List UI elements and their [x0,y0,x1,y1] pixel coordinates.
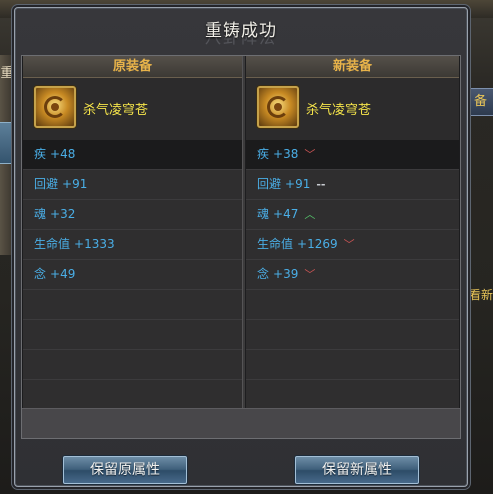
stat-value: +49 [50,267,76,281]
keep-new-button[interactable]: 保留新属性 [295,456,419,484]
new-item-name: 杀气凌穹苍 [306,103,372,118]
stat-value: +38 [273,147,299,161]
new-item-row: 杀气凌穹苍 [246,78,459,140]
stat-row: 念 +49 [23,260,242,290]
stat-name: 回避 [34,177,59,191]
arrow-down-icon: ﹀ [343,238,355,251]
stat-row: 魂 +32 [23,200,242,230]
gold-emblem-icon[interactable] [34,86,76,128]
empty-stat-row [23,380,242,410]
original-equipment-header: 原装备 [23,56,242,78]
stat-name: 疾 [34,147,47,161]
stat-name: 生命值 [257,237,294,251]
stat-row: 回避 +91 -- [246,170,459,200]
stat-value: +48 [50,147,76,161]
arrow-down-icon: ﹀ [304,268,316,281]
arrow-down-icon: ﹀ [304,148,316,161]
stat-name: 念 [34,267,47,281]
empty-stat-row [246,350,459,380]
dialog-title-bar: 八卦阵法 重铸成功 [15,8,467,52]
gold-emblem-icon[interactable] [257,86,299,128]
comparison-footer [22,408,460,438]
stat-name: 念 [257,267,270,281]
stat-value: +1269 [297,237,338,251]
stat-value: +1333 [74,237,115,251]
empty-stat-row [23,320,242,350]
arrow-up-icon: ︿ [304,208,316,221]
stat-name: 疾 [257,147,270,161]
original-item-name: 杀气凌穹苍 [83,103,149,118]
stat-name: 魂 [34,207,47,221]
stat-row: 生命值 +1333 [23,230,242,260]
stat-name: 回避 [257,177,282,191]
unchanged-icon: -- [316,178,326,191]
stat-row: 疾 +38 ﹀ [246,140,459,170]
stat-value: +91 [285,177,311,191]
original-equipment-column: 原装备 杀气凌穹苍 疾 +48 回避 +91 魂 +32 生命值 +1333 念 +49 [23,56,242,410]
stat-name: 生命值 [34,237,71,251]
original-item-row: 杀气凌穹苍 [23,78,242,140]
stat-row: 生命值 +1269 ﹀ [246,230,459,260]
background-left-button [0,122,12,164]
comparison-container: 原装备 杀气凌穹苍 疾 +48 回避 +91 魂 +32 生命值 +1333 念 +49 新装备 … [21,55,461,439]
empty-stat-row [246,380,459,410]
new-equipment-column: 新装备 杀气凌穹苍 疾 +38 ﹀ 回避 +91 -- 魂 +47 ︿ 生命值 +1269 ﹀ 念 +39… [246,56,459,410]
empty-stat-row [246,320,459,350]
keep-original-button[interactable]: 保留原属性 [63,456,187,484]
new-stat-list: 疾 +38 ﹀ 回避 +91 -- 魂 +47 ︿ 生命值 +1269 ﹀ 念 +39 ﹀ [246,140,459,410]
empty-stat-row [23,290,242,320]
stat-row: 魂 +47 ︿ [246,200,459,230]
new-equipment-header: 新装备 [246,56,459,78]
empty-stat-row [246,290,459,320]
background-left-label: 重 [0,66,14,81]
empty-stat-row [23,350,242,380]
background-right-tab: 备 [467,88,493,116]
stat-row: 念 +39 ﹀ [246,260,459,290]
stat-name: 魂 [257,207,270,221]
original-stat-list: 疾 +48 回避 +91 魂 +32 生命值 +1333 念 +49 [23,140,242,410]
dialog-title: 重铸成功 [205,21,277,41]
reforge-result-dialog: 八卦阵法 重铸成功 原装备 杀气凌穹苍 疾 +48 回避 +91 魂 +32 生命值 +133… [14,7,468,487]
stat-value: +39 [273,267,299,281]
stat-row: 疾 +48 [23,140,242,170]
stat-value: +47 [273,207,299,221]
stat-value: +91 [62,177,88,191]
stat-value: +32 [50,207,76,221]
background-right-text: 看新 [469,288,493,302]
stat-row: 回避 +91 [23,170,242,200]
